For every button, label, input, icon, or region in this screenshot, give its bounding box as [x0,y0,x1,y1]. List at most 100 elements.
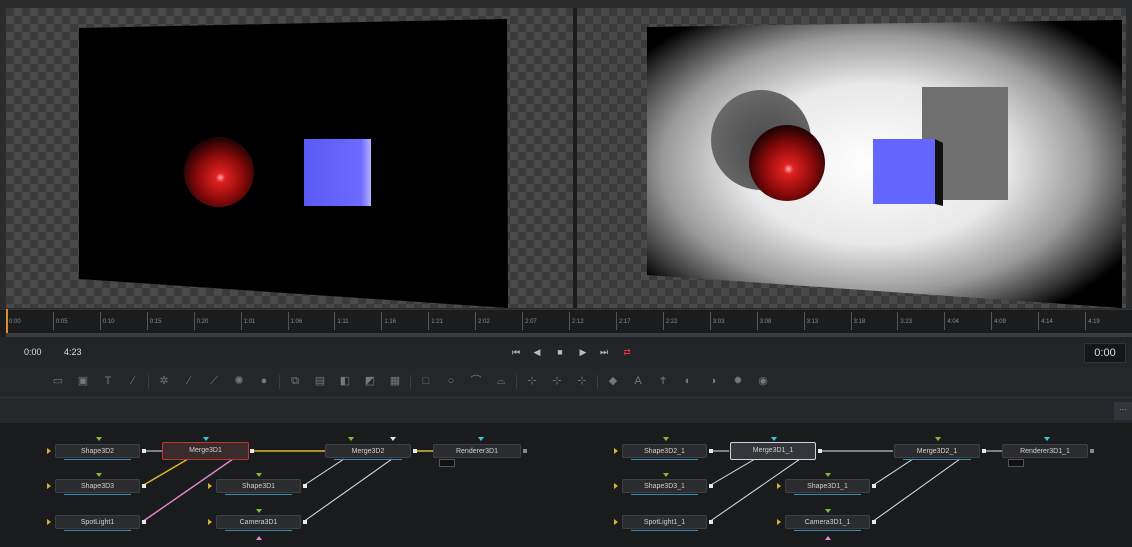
fbx-icon[interactable]: ◉ [757,375,769,387]
output-port[interactable] [142,449,146,453]
node-merge3d1-1[interactable]: Merge3D1_1 [730,442,816,460]
output-port[interactable] [818,449,822,453]
polygon-mask-icon[interactable]: ⌒ [470,375,482,387]
blur-icon[interactable]: ● [258,375,270,387]
link-shape3d3_1-merge3d1_1 [708,458,756,487]
output-port[interactable] [142,520,146,524]
shape3d-icon[interactable]: ◆ [607,375,619,387]
ruler-tick: 1:06 [287,312,302,330]
node-label: Camera3D1 [239,519,278,526]
output-port[interactable] [413,449,417,453]
output-port[interactable] [303,484,307,488]
output-port[interactable] [250,449,254,453]
renderer3d-icon[interactable]: ◑ [707,375,719,387]
skip-to-end-icon[interactable]: ⏭ [597,346,611,358]
text-icon[interactable]: T [102,375,114,387]
output-port[interactable] [303,520,307,524]
current-timecode[interactable]: 0:00 [1084,343,1126,363]
node-label: Shape3D3 [80,483,115,490]
light-icon[interactable]: ✹ [732,375,744,387]
time-ruler[interactable]: 0:00 0:05 0:10 0:15 0:20 1:01 1:06 1:11 1:16 1:21… [0,309,1132,334]
output-port[interactable] [142,484,146,488]
output-port[interactable] [709,449,713,453]
text3d-icon[interactable]: A [632,375,644,387]
node-label: Camera3D1_1 [804,519,851,526]
transform-icon[interactable]: ▤ [314,375,326,387]
node-shape3d2-1[interactable]: Shape3D2_1 [622,444,707,460]
output-port[interactable] [709,520,713,524]
node-shape3d3[interactable]: Shape3D3 [55,479,140,495]
ruler-tick: 2:17 [615,312,631,330]
node-editor[interactable]: Shape3D2 Merge3D1 Merge3D2 Renderer3D1 S… [0,423,1132,547]
channel-booleans-icon[interactable]: ◧ [339,375,351,387]
node-camera3d1[interactable]: Camera3D1 [216,515,301,531]
loop-icon[interactable]: ⇄ [620,346,634,358]
planar-tracker-icon[interactable]: ⊹ [551,375,563,387]
options-icon[interactable]: ⋯ [1114,402,1132,420]
viewer-left[interactable] [6,8,573,308]
bspline-mask-icon[interactable]: ⌓ [495,375,507,387]
brightness-icon[interactable]: ✺ [233,375,245,387]
node-label: SpotLight1 [80,519,115,526]
step-back-icon[interactable]: ◀ [530,346,544,358]
ruler-tick: 2:12 [569,312,584,330]
image-plane-icon[interactable]: ▣ [77,375,89,387]
color-corrector-icon[interactable]: ◩ [364,375,376,387]
ruler-tick: 3:08 [756,312,771,330]
camera3d-icon[interactable]: ◐ [682,375,694,387]
node-merge3d1[interactable]: Merge3D1 [162,442,249,460]
merge3d-icon[interactable]: Ϯ [657,375,669,387]
output-port[interactable] [709,484,713,488]
node-renderer3d1[interactable]: Renderer3D1 [433,444,521,458]
viewer-indicator[interactable] [439,459,455,467]
viewer-right[interactable] [577,8,1126,308]
node-merge3d2-1[interactable]: Merge3D2_1 [894,444,980,460]
output-port[interactable] [872,520,876,524]
sphere [749,125,825,201]
node-shape3d3-1[interactable]: Shape3D3_1 [622,479,707,495]
background-icon[interactable]: ▭ [52,375,64,387]
node-editor-header: ⋯ [0,397,1132,424]
node-shape3d1[interactable]: Shape3D1 [216,479,301,495]
input-arrow-icon [771,437,777,441]
node-spotlight1-1[interactable]: SpotLight1_1 [622,515,707,531]
output-port[interactable] [872,484,876,488]
input-arrow-icon [208,519,212,525]
input-arrow-icon [614,519,618,525]
node-spotlight1[interactable]: SpotLight1 [55,515,140,531]
end-time[interactable]: 4:23 [64,345,88,359]
keyer-icon[interactable]: ⊹ [576,375,588,387]
viewer-indicator[interactable] [1008,459,1024,467]
polygon-icon[interactable]: ⟋ [208,375,220,387]
resize-icon[interactable]: ▦ [389,375,401,387]
input-arrow-icon [348,437,354,441]
node-renderer3d1-1[interactable]: Renderer3D1_1 [1002,444,1088,458]
node-label: Merge3D2 [351,448,385,455]
ruler-tick: 4:09 [991,312,1006,330]
render-plane [79,19,508,308]
node-shape3d1-1[interactable]: Shape3D1_1 [785,479,870,495]
output-port[interactable] [982,449,986,453]
stop-icon[interactable]: ■ [553,346,567,358]
toolbar-separator [516,375,517,389]
paint-icon[interactable]: ∕ [127,375,139,387]
skip-to-start-icon[interactable]: ⏮ [509,346,523,358]
link-shape3d1_1-merge3d2_1 [871,458,914,487]
sphere [184,137,254,207]
start-time[interactable]: 0:00 [24,345,44,359]
node-camera3d1-1[interactable]: Camera3D1_1 [785,515,870,531]
node-merge3d2[interactable]: Merge3D2 [325,444,411,460]
play-icon[interactable]: ▶ [576,346,590,358]
merge-icon[interactable]: ⧉ [289,375,301,387]
input-arrow-icon [614,483,618,489]
playhead[interactable] [6,309,8,333]
output-port[interactable] [1090,449,1094,453]
node-shape3d2[interactable]: Shape3D2 [55,444,140,460]
particles-icon[interactable]: ✲ [158,375,170,387]
input-arrow-icon [47,483,51,489]
output-port[interactable] [523,449,527,453]
ellipse-mask-icon[interactable]: ○ [445,375,457,387]
tracker-icon[interactable]: ⊹ [526,375,538,387]
rectangle-mask-icon[interactable]: □ [420,375,432,387]
mask-icon[interactable]: ∕ [183,375,195,387]
